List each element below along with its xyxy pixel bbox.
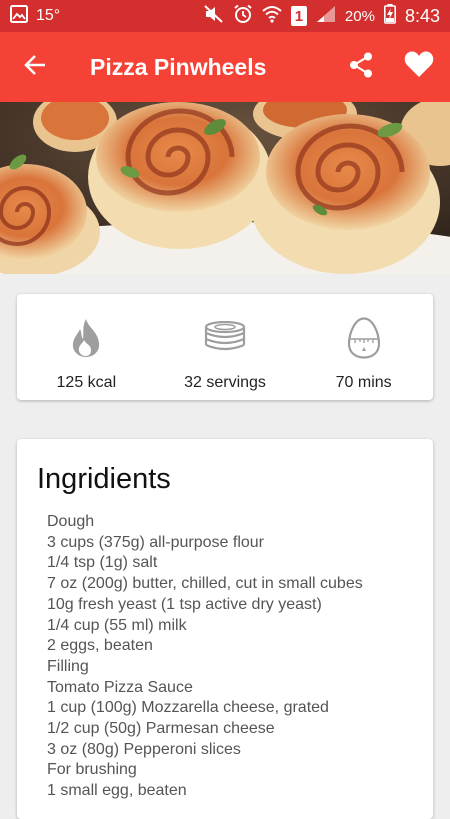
- ingredient-item: 3 cups (375g) all-purpose flour: [47, 533, 265, 551]
- ingredient-item: Tomato Pizza Sauce: [47, 678, 193, 696]
- ingredients-list: Dough 3 cups (375g) all-purpose flour 1/…: [37, 512, 413, 802]
- clock-text: 8:43: [404, 5, 440, 26]
- ingredient-item: 10g fresh yeast (1 tsp active dry yeast): [47, 595, 322, 613]
- servings-value: 32 servings: [184, 374, 266, 391]
- ingredients-card: Ingridients Dough 3 cups (375g) all-purp…: [17, 439, 433, 819]
- wifi-icon: [262, 5, 282, 28]
- share-button[interactable]: [332, 32, 390, 102]
- egg-timer-icon: [347, 316, 381, 360]
- page-title: Pizza Pinwheels: [90, 53, 267, 80]
- battery-charging-icon: [383, 3, 396, 29]
- share-icon: [349, 52, 373, 83]
- battery-percent-text: 20%: [344, 7, 375, 25]
- ingredient-item: 1/2 cup (50g) Parmesan cheese: [47, 720, 275, 738]
- back-button[interactable]: [0, 32, 70, 102]
- mute-icon: [204, 4, 224, 28]
- time-stat: 70 mins: [294, 294, 433, 400]
- gallery-notification-icon: [10, 4, 28, 28]
- ingredient-item: 3 oz (80g) Pepperoni slices: [47, 740, 241, 758]
- ingredient-item: 1 small egg, beaten: [47, 782, 187, 800]
- app-bar: Pizza Pinwheels: [0, 32, 450, 102]
- ingredient-item: Dough: [47, 513, 95, 530]
- ingredient-item: 1/4 tsp (1g) salt: [47, 554, 158, 572]
- ingredient-item: 1/4 cup (55 ml) milk: [47, 616, 187, 634]
- plates-stack-icon: [204, 316, 246, 360]
- alarm-icon: [233, 4, 253, 29]
- ingredient-item: 1 cup (100g) Mozzarella cheese, grated: [47, 699, 329, 717]
- ingredient-item: For brushing: [47, 761, 137, 779]
- signal-icon: [316, 5, 336, 28]
- heart-icon: [404, 51, 434, 83]
- sim-badge: 1: [290, 6, 307, 26]
- recipe-stats-card: 125 kcal 32 servings 70 mins: [17, 294, 433, 400]
- recipe-photo: [0, 102, 450, 274]
- arrow-back-icon: [24, 54, 46, 81]
- favorite-button[interactable]: [390, 32, 448, 102]
- ingredient-item: 2 eggs, beaten: [47, 637, 153, 655]
- temperature-text: 15°: [36, 7, 61, 24]
- ingredient-item: Filling: [47, 657, 89, 675]
- ingredient-item: 7 oz (200g) butter, chilled, cut in smal…: [47, 575, 363, 593]
- flame-icon: [69, 316, 103, 360]
- servings-stat: 32 servings: [156, 294, 295, 400]
- calories-stat: 125 kcal: [17, 294, 156, 400]
- status-bar: 15° 1 20% 8:43: [0, 0, 450, 32]
- calories-value: 125 kcal: [56, 374, 117, 391]
- ingredients-title: Ingridients: [37, 463, 171, 495]
- time-value: 70 mins: [335, 374, 392, 391]
